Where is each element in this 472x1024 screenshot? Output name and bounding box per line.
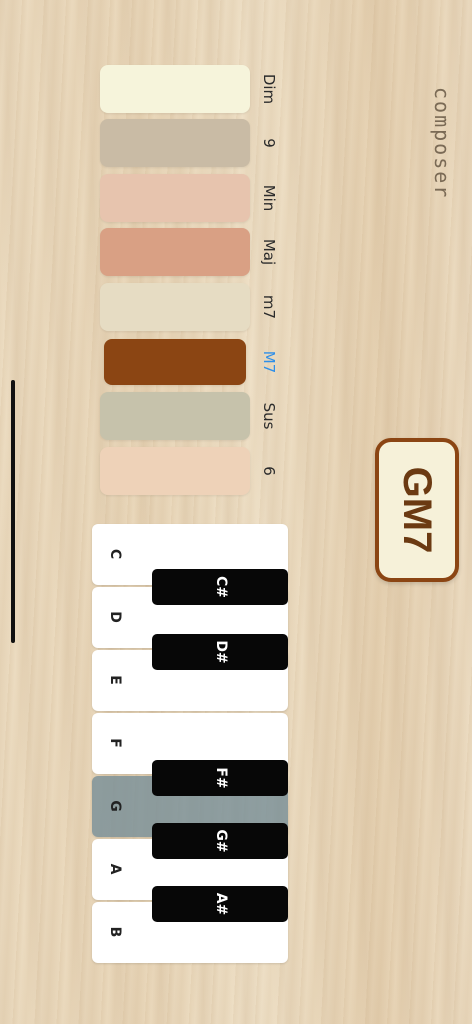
quality-label-sus: Sus <box>260 402 278 430</box>
key-label-e: E <box>107 675 123 685</box>
black-key-g-sharp[interactable]: G# <box>152 823 288 859</box>
quality-label-9: 9 <box>260 138 278 148</box>
quality-label-dim: Dim <box>260 73 278 105</box>
key-label-c-sharp: C# <box>213 575 229 598</box>
quality-swatch-maj[interactable] <box>100 228 250 276</box>
quality-swatch-dim[interactable] <box>100 65 250 113</box>
quality-label-min: Min <box>260 184 278 212</box>
key-label-a: A <box>107 863 123 875</box>
key-label-b: B <box>107 926 123 938</box>
key-label-a-sharp: A# <box>213 892 229 916</box>
quality-label-M7: M7 <box>260 350 278 374</box>
key-label-f-sharp: F# <box>213 767 229 789</box>
quality-swatch-M7[interactable] <box>104 339 246 385</box>
key-label-c: C <box>107 548 123 560</box>
quality-swatch-min[interactable] <box>100 174 250 222</box>
black-key-f-sharp[interactable]: F# <box>152 760 288 796</box>
black-key-d-sharp[interactable]: D# <box>152 634 288 670</box>
app-title: composer <box>430 87 454 200</box>
quality-swatch-6[interactable] <box>100 447 250 495</box>
quality-label-6: 6 <box>260 466 278 476</box>
key-label-d: D <box>107 611 123 623</box>
chord-name: GM7 <box>395 466 439 554</box>
key-label-f: F <box>107 738 123 748</box>
quality-swatch-sus[interactable] <box>100 392 250 440</box>
chord-display: GM7 <box>375 438 459 582</box>
quality-label-m7: m7 <box>260 294 278 320</box>
scrollbar[interactable] <box>11 380 15 643</box>
key-label-d-sharp: D# <box>213 640 229 664</box>
quality-swatch-9[interactable] <box>100 119 250 167</box>
black-key-c-sharp[interactable]: C# <box>152 569 288 605</box>
key-label-g-sharp: G# <box>213 829 229 853</box>
key-label-g: G <box>107 800 123 812</box>
black-key-a-sharp[interactable]: A# <box>152 886 288 922</box>
quality-swatch-m7[interactable] <box>100 283 250 331</box>
quality-label-maj: Maj <box>260 238 278 266</box>
